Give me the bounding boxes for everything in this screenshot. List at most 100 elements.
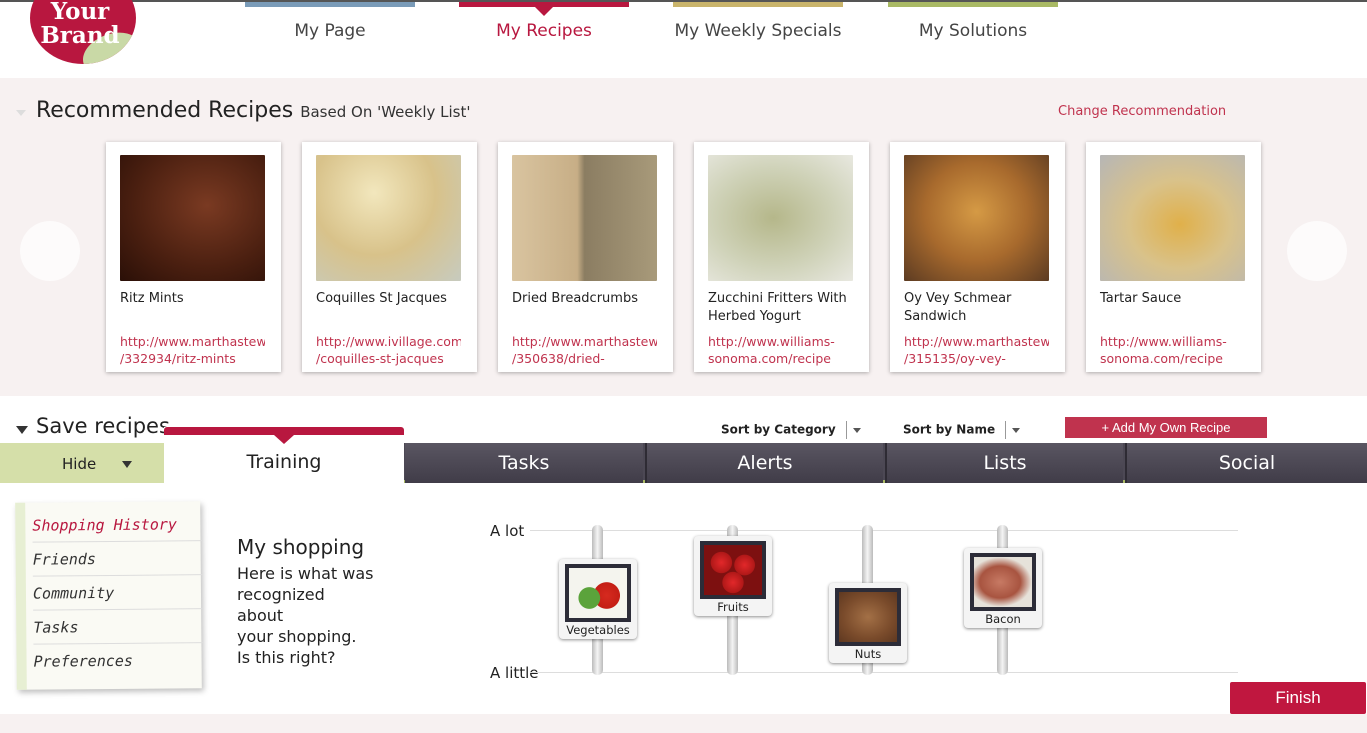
recipe-url-line2[interactable]: /coquilles-st-jacques xyxy=(316,350,461,367)
recipe-url-line1[interactable]: http://www.williams- xyxy=(708,333,853,350)
recipe-image[interactable] xyxy=(904,155,1049,281)
nav-my-page[interactable]: My Page xyxy=(245,2,415,62)
recipe-url[interactable]: http://www.marthastewart.com /315135/oy-… xyxy=(904,333,1049,367)
recipe-url-line2[interactable]: /332934/ritz-mints xyxy=(120,350,265,367)
recipe-url-line1[interactable]: http://www.marthastewart.com xyxy=(904,333,1049,350)
my-shopping-title: My shopping xyxy=(237,535,365,559)
nav-my-weekly-specials[interactable]: My Weekly Specials xyxy=(673,2,843,62)
footer-band xyxy=(0,714,1367,733)
recipe-url-line1[interactable]: http://www.marthastewart.com xyxy=(512,333,657,350)
recipe-image[interactable] xyxy=(120,155,265,281)
recipe-image[interactable] xyxy=(512,155,657,281)
recipe-card[interactable]: Dried Breadcrumbs http://www.marthastewa… xyxy=(498,142,673,372)
axis-label-high: A lot xyxy=(490,522,525,540)
fruits-image xyxy=(700,541,766,599)
sort-by-name-dropdown[interactable]: Sort by Name xyxy=(903,421,1021,439)
slider-label-bacon: Bacon xyxy=(985,612,1021,626)
recipe-url[interactable]: http://www.ivillage.com /coquilles-st-ja… xyxy=(316,333,461,367)
tab-training-label: Training xyxy=(246,451,322,473)
menu-item-tasks[interactable]: Tasks xyxy=(33,609,204,645)
logo-text-line2: Brand xyxy=(40,22,120,49)
slider-label-fruits: Fruits xyxy=(717,600,749,614)
chevron-down-icon xyxy=(852,427,861,433)
logo-text-line1: Your xyxy=(50,0,110,25)
brand-logo[interactable]: Your Brand xyxy=(30,0,136,64)
recipe-url-line1[interactable]: http://www.ivillage.com xyxy=(316,333,461,350)
chevron-down-icon xyxy=(1012,427,1021,433)
training-menu-notepad: Shopping History Friends Community Tasks… xyxy=(15,501,204,690)
recipe-card[interactable]: Ritz Mints http://www.marthastewart.com … xyxy=(106,142,281,372)
slider-handle-vegetables[interactable]: Vegetables xyxy=(559,559,637,639)
carousel-next-button[interactable] xyxy=(1287,221,1347,281)
carousel-prev-button[interactable] xyxy=(20,221,80,281)
recipe-name[interactable]: Ritz Mints xyxy=(120,290,272,308)
recipe-url[interactable]: http://www.marthastewart.com /350638/dri… xyxy=(512,333,657,367)
recipe-card[interactable]: Tartar Sauce http://www.williams- sonoma… xyxy=(1086,142,1261,372)
tab-alerts[interactable]: Alerts xyxy=(645,443,883,483)
slider-handle-nuts[interactable]: Nuts xyxy=(829,583,907,663)
recipe-card[interactable]: Oy Vey Schmear Sandwich http://www.marth… xyxy=(890,142,1065,372)
recipe-name[interactable]: Dried Breadcrumbs xyxy=(512,290,664,308)
recipe-image[interactable] xyxy=(316,155,461,281)
top-nav: Your Brand My Page My Recipes My Weekly … xyxy=(0,0,1367,78)
gridline-top xyxy=(530,530,1238,531)
tab-bar: Hide Training Tasks Alerts Lists Social xyxy=(0,427,1367,486)
nav-my-recipes[interactable]: My Recipes xyxy=(459,2,629,62)
recipe-url[interactable]: http://www.marthastewart.com /332934/rit… xyxy=(120,333,265,367)
change-recommendation-link[interactable]: Change Recommendation xyxy=(1058,104,1226,119)
description-line: recognized xyxy=(237,585,325,604)
recommended-subtitle: Based On 'Weekly List' xyxy=(300,103,471,121)
active-tab-notch xyxy=(274,435,294,444)
tab-lists[interactable]: Lists xyxy=(885,443,1123,483)
recipe-image[interactable] xyxy=(708,155,853,281)
recipe-url-line1[interactable]: http://www.marthastewart.com xyxy=(120,333,265,350)
recipe-url[interactable]: http://www.williams- sonoma.com/recipe xyxy=(1100,333,1245,367)
recipe-url[interactable]: http://www.williams- sonoma.com/recipe xyxy=(708,333,853,367)
nav-my-solutions-label: My Solutions xyxy=(918,21,1028,41)
slider-label-nuts: Nuts xyxy=(854,647,882,661)
nuts-image xyxy=(835,588,901,646)
slider-handle-fruits[interactable]: Fruits xyxy=(694,536,772,616)
page: Your Brand My Page My Recipes My Weekly … xyxy=(0,0,1367,733)
active-tab-notch xyxy=(535,7,553,16)
finish-button[interactable]: Finish xyxy=(1230,682,1366,714)
add-own-recipe-button[interactable]: + Add My Own Recipe xyxy=(1065,417,1267,438)
recipe-name[interactable]: Tartar Sauce xyxy=(1100,290,1252,308)
gridline-bottom xyxy=(530,672,1238,673)
nav-my-weekly-specials-label: My Weekly Specials xyxy=(674,21,842,41)
slider-handle-bacon[interactable]: Bacon xyxy=(964,548,1042,628)
recommended-recipes-section: Recommended Recipes Based On 'Weekly Lis… xyxy=(0,78,1367,396)
recipe-url-line2[interactable]: sonoma.com/recipe xyxy=(1100,350,1245,367)
hide-toggle[interactable]: Hide xyxy=(0,443,164,483)
recipe-name[interactable]: Coquilles St Jacques xyxy=(316,290,468,308)
description-line: your shopping. xyxy=(237,627,357,646)
tab-training[interactable]: Training xyxy=(164,427,404,486)
collapse-caret-icon[interactable] xyxy=(16,110,26,116)
nav-my-solutions[interactable]: My Solutions xyxy=(888,2,1058,62)
recipe-name[interactable]: Oy Vey Schmear Sandwich xyxy=(904,290,1056,326)
recommended-title: Recommended Recipes Based On 'Weekly Lis… xyxy=(36,98,470,123)
menu-item-friends[interactable]: Friends xyxy=(32,541,203,577)
menu-item-preferences[interactable]: Preferences xyxy=(33,643,203,678)
recipe-url-line2[interactable]: /350638/dried- xyxy=(512,350,657,367)
recipe-url-line1[interactable]: http://www.williams- xyxy=(1100,333,1245,350)
menu-item-community[interactable]: Community xyxy=(32,575,204,611)
recipe-card[interactable]: Coquilles St Jacques http://www.ivillage… xyxy=(302,142,477,372)
sort-by-name-label: Sort by Name xyxy=(903,422,996,437)
axis-label-low: A little xyxy=(490,664,539,682)
save-collapse-caret-icon[interactable] xyxy=(16,426,28,434)
bacon-image xyxy=(970,553,1036,611)
sort-by-category-dropdown[interactable]: Sort by Category xyxy=(721,421,861,439)
tab-social[interactable]: Social xyxy=(1125,443,1367,483)
recipe-url-line2[interactable]: sonoma.com/recipe xyxy=(708,350,853,367)
recipe-name[interactable]: Zucchini Fritters With Herbed Yogurt xyxy=(708,290,860,326)
save-recipes-title: Save recipes xyxy=(36,414,170,438)
vegetables-image xyxy=(565,564,631,622)
recipe-card[interactable]: Zucchini Fritters With Herbed Yogurt htt… xyxy=(694,142,869,372)
tab-tasks[interactable]: Tasks xyxy=(405,443,643,483)
nav-bar-my-solutions xyxy=(888,2,1058,7)
recipe-image[interactable] xyxy=(1100,155,1245,281)
recipe-url-line2[interactable]: /315135/oy-vey- xyxy=(904,350,1049,367)
menu-item-shopping-history[interactable]: Shopping History xyxy=(32,507,203,543)
sort-by-category-label: Sort by Category xyxy=(721,422,836,437)
